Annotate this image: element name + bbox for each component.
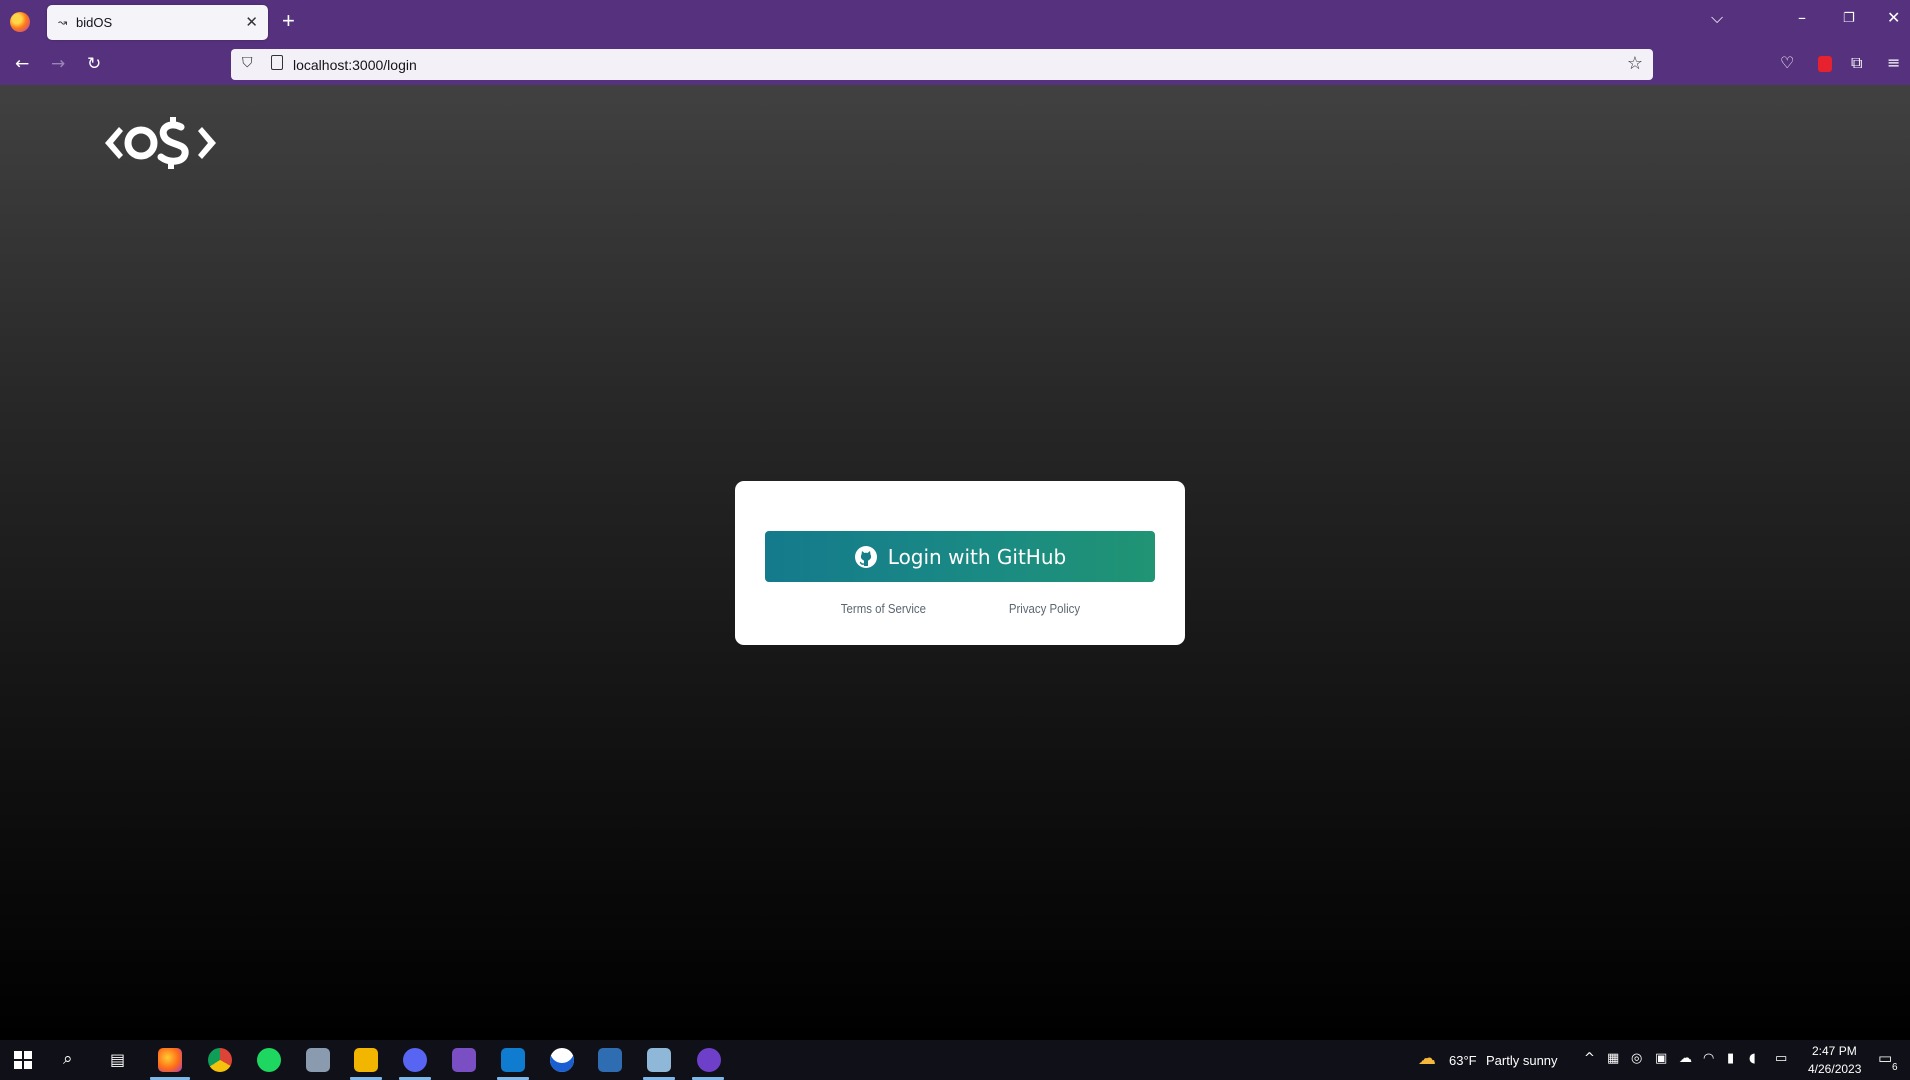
- wifi-icon[interactable]: ◠: [1703, 1051, 1714, 1066]
- url-text[interactable]: localhost:3000/login: [293, 57, 417, 73]
- forward-arrow-icon[interactable]: →: [51, 54, 65, 74]
- tray-app-icon[interactable]: ▦: [1607, 1051, 1619, 1066]
- github-icon: [854, 545, 877, 568]
- firefox-taskbar-icon[interactable]: [158, 1048, 182, 1072]
- close-window-icon[interactable]: ✕: [1887, 8, 1900, 27]
- weather-icon[interactable]: ☁: [1418, 1048, 1436, 1069]
- notes-icon[interactable]: [647, 1048, 671, 1072]
- weather-temp[interactable]: 63°F: [1449, 1053, 1477, 1068]
- legal-links: Terms of Service Privacy Policy: [735, 601, 1185, 616]
- keyboard-icon[interactable]: ▭: [1775, 1051, 1787, 1066]
- github-desktop-icon[interactable]: [697, 1048, 721, 1072]
- notification-icon[interactable]: ▭: [1878, 1049, 1892, 1067]
- vscode-icon[interactable]: [501, 1048, 525, 1072]
- volume-icon[interactable]: ◖: [1749, 1051, 1756, 1066]
- close-tab-icon[interactable]: ✕: [245, 13, 258, 31]
- notification-count: 6: [1892, 1062, 1898, 1073]
- pocket-icon[interactable]: ♡: [1780, 53, 1794, 72]
- tab-title: bidOS: [76, 15, 113, 30]
- terms-of-service-link[interactable]: Terms of Service: [841, 601, 926, 616]
- clock-time[interactable]: 2:47 PM: [1812, 1044, 1857, 1058]
- extension-lock-icon[interactable]: [1818, 56, 1832, 72]
- task-view-icon[interactable]: ▤: [110, 1050, 125, 1069]
- chevron-up-icon[interactable]: ^: [1584, 1051, 1595, 1066]
- page-viewport: Login with GitHub Terms of Service Priva…: [0, 85, 1910, 1040]
- url-bar[interactable]: ⛉ localhost:3000/login ☆: [231, 49, 1653, 80]
- shield-icon[interactable]: ⛉: [242, 55, 253, 71]
- tray-app-icon-2[interactable]: ◎: [1631, 1051, 1642, 1066]
- menu-hamburger-icon[interactable]: ≡: [1887, 53, 1900, 72]
- windows-start-icon[interactable]: [14, 1051, 32, 1069]
- visual-studio-icon[interactable]: [452, 1048, 476, 1072]
- bookmark-star-icon[interactable]: ☆: [1627, 53, 1643, 74]
- new-tab-button[interactable]: +: [282, 8, 295, 34]
- minimize-icon[interactable]: –: [1798, 8, 1806, 27]
- tray-app-icon-3[interactable]: ▣: [1655, 1051, 1667, 1066]
- tab-bidos[interactable]: ↝ bidOS ✕: [47, 5, 268, 40]
- extensions-puzzle-icon[interactable]: ⧉: [1851, 53, 1862, 73]
- windows-taskbar: ⌕ ▤ ☁ 63°F Partly sunny ^ ▦ ◎ ▣ ☁ ◠ ▮ ◖ …: [0, 1040, 1910, 1080]
- login-github-button[interactable]: Login with GitHub: [765, 531, 1155, 582]
- os-logo: [105, 117, 216, 169]
- firefox-icon[interactable]: [10, 12, 30, 32]
- chrome-icon[interactable]: [208, 1048, 232, 1072]
- weather-text[interactable]: Partly sunny: [1486, 1053, 1558, 1068]
- photos-icon[interactable]: [306, 1048, 330, 1072]
- tab-list-chevron-icon[interactable]: ⌵: [1711, 8, 1723, 28]
- restore-icon[interactable]: ❐: [1843, 11, 1855, 26]
- search-icon[interactable]: ⌕: [63, 1049, 73, 1069]
- microphone-icon[interactable]: ▮: [1727, 1051, 1734, 1066]
- app-icon[interactable]: [550, 1048, 574, 1072]
- reload-icon[interactable]: ↻: [87, 54, 101, 74]
- file-explorer-icon[interactable]: [354, 1048, 378, 1072]
- privacy-policy-link[interactable]: Privacy Policy: [1009, 601, 1080, 616]
- page-info-icon[interactable]: [271, 55, 283, 70]
- login-card: Login with GitHub Terms of Service Priva…: [735, 481, 1185, 645]
- spotify-icon[interactable]: [257, 1048, 281, 1072]
- tab-favicon: ↝: [58, 16, 68, 29]
- clock-date[interactable]: 4/26/2023: [1808, 1062, 1861, 1076]
- discord-icon[interactable]: [403, 1048, 427, 1072]
- browser-nav-bar: ← → ↻ ⛉ localhost:3000/login ☆ ♡ ⧉ ≡: [0, 44, 1910, 85]
- onedrive-icon[interactable]: ☁: [1679, 1051, 1692, 1066]
- browser-tab-bar: ↝ bidOS ✕ + ⌵ – ❐ ✕: [0, 0, 1910, 44]
- virtualbox-icon[interactable]: [598, 1048, 622, 1072]
- login-button-label: Login with GitHub: [887, 544, 1067, 569]
- back-arrow-icon[interactable]: ←: [15, 54, 29, 74]
